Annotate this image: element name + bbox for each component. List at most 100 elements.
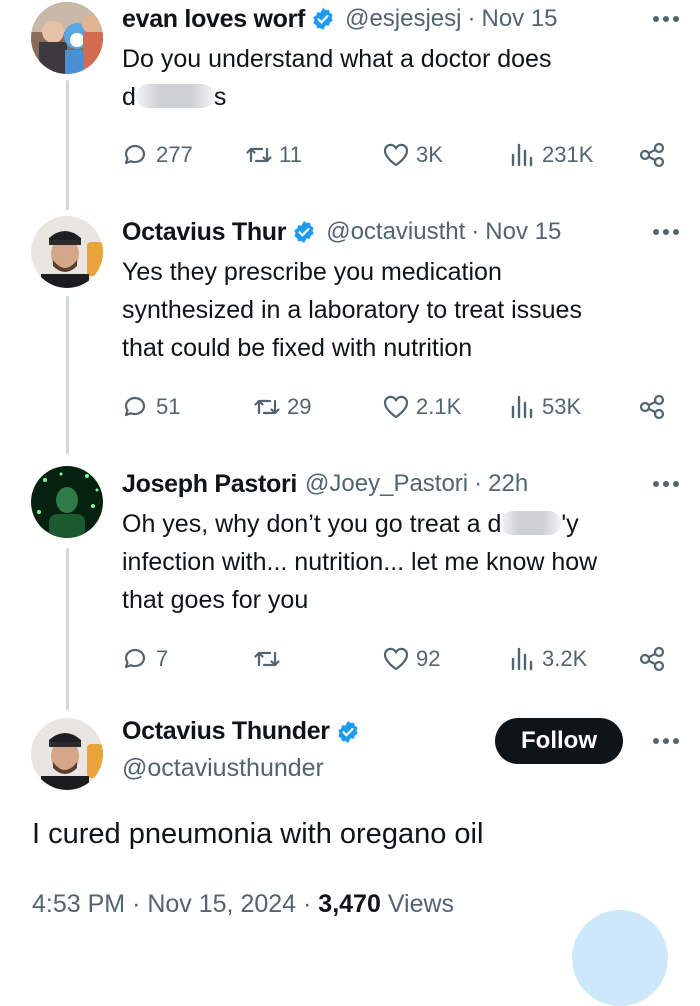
retweet-icon xyxy=(254,651,280,667)
tweet-text-line: that goes for you xyxy=(122,586,309,614)
reply-icon xyxy=(124,144,146,165)
more-icon[interactable] xyxy=(652,480,680,488)
tweet-header: Octavius Thur @octaviustht · Nov 15 xyxy=(122,213,561,251)
reply-count: 277 xyxy=(156,142,193,167)
display-name[interactable]: evan loves worf xyxy=(122,5,305,34)
main-tweet-author: Octavius Thunder xyxy=(122,717,370,746)
redaction-blur xyxy=(135,84,214,108)
retweet-button[interactable]: 29 xyxy=(253,390,311,424)
tweet-time[interactable]: 4:53 PM xyxy=(32,890,125,918)
avatar[interactable] xyxy=(31,718,103,790)
main-tweet-text: I cured pneumonia with oregano oil xyxy=(32,818,484,850)
share-icon xyxy=(639,646,665,672)
views-button[interactable]: 3.2K xyxy=(508,642,587,676)
thread-line xyxy=(66,80,69,210)
share-icon xyxy=(639,142,665,168)
tweet-actions: 51 29 2.1K 53K xyxy=(122,390,667,424)
more-icon[interactable] xyxy=(652,15,680,23)
like-button[interactable]: 92 xyxy=(382,642,440,676)
reply-count: 7 xyxy=(156,646,169,671)
reply-icon xyxy=(124,648,146,669)
share-button[interactable] xyxy=(638,390,666,424)
view-count: 53K xyxy=(542,394,582,419)
retweet-button[interactable]: 11 xyxy=(245,138,302,172)
share-icon xyxy=(639,394,665,420)
retweet-icon xyxy=(254,399,280,415)
tweet-text-fragment: s xyxy=(213,83,227,111)
share-button[interactable] xyxy=(638,642,666,676)
separator: · xyxy=(132,890,141,918)
views-button[interactable]: 231K xyxy=(508,138,593,172)
tweet-header: Joseph Pastori @Joey_Pastori · 22h xyxy=(122,465,528,503)
like-button[interactable]: 2.1K xyxy=(382,390,461,424)
views-label: Views xyxy=(387,890,455,918)
user-handle[interactable]: @esjesjesj xyxy=(345,5,461,33)
separator: · xyxy=(474,470,483,497)
like-count: 2.1K xyxy=(416,394,462,419)
views-count: 3,470 xyxy=(318,890,381,918)
view-count: 3.2K xyxy=(542,646,588,671)
reply-button[interactable]: 7 xyxy=(122,642,168,676)
like-count: 92 xyxy=(416,646,441,671)
tweet-text-line: Do you understand what a doctor does xyxy=(122,45,552,73)
share-button[interactable] xyxy=(638,138,666,172)
separator: · xyxy=(471,218,480,245)
like-icon xyxy=(383,143,409,167)
view-count: 231K xyxy=(542,142,594,167)
timestamp[interactable]: Nov 15 xyxy=(481,5,557,33)
verified-badge-icon xyxy=(312,7,334,31)
tweet-text: Yes they prescribe you medication synthes… xyxy=(122,253,682,367)
separator: · xyxy=(303,890,312,918)
tweet-text-line: Yes they prescribe you medication xyxy=(122,258,502,286)
separator: · xyxy=(467,5,476,32)
avatar[interactable] xyxy=(31,216,103,288)
tweet-date[interactable]: Nov 15, 2024 xyxy=(147,890,296,918)
tweet-text-line: synthesized in a laboratory to treat iss… xyxy=(122,296,582,324)
timestamp[interactable]: Nov 15 xyxy=(485,218,561,246)
user-handle[interactable]: @Joey_Pastori xyxy=(305,470,468,498)
user-handle[interactable]: @octaviustht xyxy=(326,218,465,246)
tweet-metadata: 4:53 PM · Nov 15, 2024 · 3,470 Views xyxy=(32,890,454,919)
like-button[interactable]: 3K xyxy=(382,138,443,172)
timestamp[interactable]: 22h xyxy=(488,470,528,498)
verified-badge-icon xyxy=(293,220,316,244)
thread-line xyxy=(66,296,69,454)
verified-badge-icon xyxy=(336,719,359,744)
reply-button[interactable]: 51 xyxy=(122,390,180,424)
like-icon xyxy=(383,395,409,419)
follow-button[interactable]: Follow xyxy=(495,718,623,764)
views-icon xyxy=(511,395,533,419)
like-icon xyxy=(383,647,409,671)
avatar[interactable] xyxy=(31,466,103,538)
reply-count: 51 xyxy=(156,394,181,419)
thread-line xyxy=(66,548,69,710)
retweet-count: 29 xyxy=(287,394,312,419)
compose-fab[interactable] xyxy=(572,910,668,1006)
like-count: 3K xyxy=(416,142,443,167)
more-icon[interactable] xyxy=(652,737,680,745)
display-name[interactable]: Octavius Thur xyxy=(122,218,287,247)
user-handle[interactable]: @octaviusthunder xyxy=(122,754,324,783)
reply-icon xyxy=(124,396,146,417)
display-name[interactable]: Joseph Pastori xyxy=(122,470,297,499)
tweet-header: evan loves worf @esjesjesj · Nov 15 xyxy=(122,0,558,38)
tweet-text-line: infection with... nutrition... let me kn… xyxy=(122,548,598,576)
retweet-icon xyxy=(246,147,272,163)
display-name[interactable]: Octavius Thunder xyxy=(122,717,330,746)
tweet-actions: 277 11 3K 231K xyxy=(122,138,667,172)
tweet-text: Do you understand what a doctor does d s xyxy=(122,40,682,116)
more-icon[interactable] xyxy=(652,228,680,236)
retweet-count: 11 xyxy=(279,142,302,167)
tweet-text-fragment: d xyxy=(122,83,136,111)
redaction-blur xyxy=(501,511,562,535)
tweet-text-fragment: Oh yes, why don’t you go treat a d xyxy=(122,510,502,538)
tweet-text-fragment: 'y xyxy=(561,510,579,538)
retweet-button[interactable] xyxy=(253,642,287,676)
reply-button[interactable]: 277 xyxy=(122,138,193,172)
views-button[interactable]: 53K xyxy=(508,390,581,424)
tweet-text: Oh yes, why don’t you go treat a d 'y infe… xyxy=(122,505,682,619)
tweet-text-line: that could be fixed with nutrition xyxy=(122,334,473,362)
avatar[interactable] xyxy=(31,2,103,74)
views-icon xyxy=(511,143,533,167)
tweet-actions: 7 92 3.2K xyxy=(122,642,667,676)
